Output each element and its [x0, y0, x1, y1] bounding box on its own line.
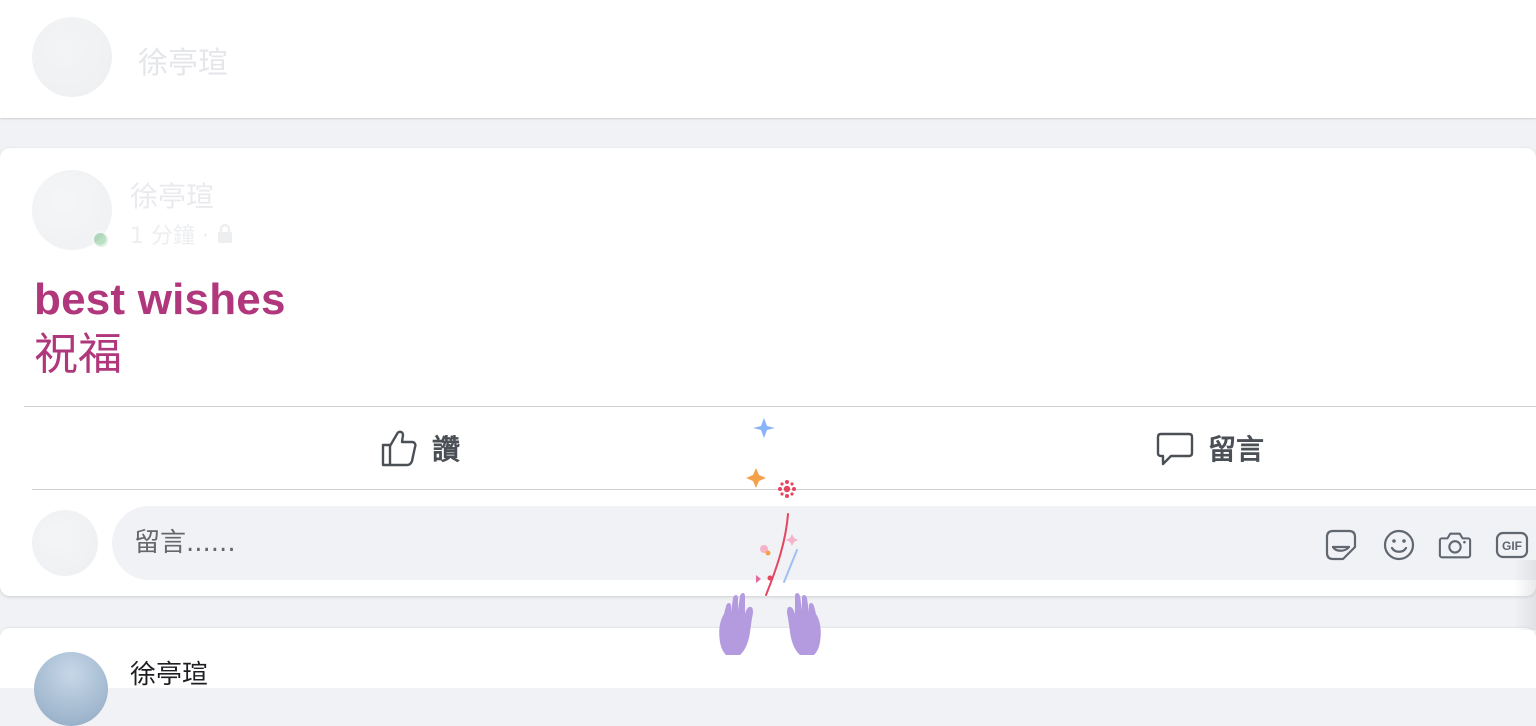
commenter-avatar[interactable] — [32, 510, 98, 576]
gif-icon[interactable]: GIF — [1495, 528, 1529, 562]
online-status-icon — [92, 231, 108, 247]
comment-button[interactable]: 留言 — [1156, 420, 1264, 476]
emoji-icon[interactable] — [1382, 528, 1416, 562]
like-button[interactable]: 讚 — [380, 420, 460, 476]
author-avatar[interactable] — [32, 17, 112, 97]
divider — [24, 406, 1536, 407]
author-name[interactable]: 徐亭瑄 — [130, 654, 208, 691]
camera-icon[interactable] — [1438, 528, 1472, 562]
post-meta: 1 分鐘 · — [130, 218, 235, 250]
speech-bubble-icon — [1156, 429, 1194, 467]
thumbs-up-icon — [380, 428, 418, 468]
like-label: 讚 — [432, 433, 461, 466]
comment-input[interactable] — [134, 506, 1034, 580]
next-post-card: 徐亭瑄 — [0, 628, 1536, 726]
sticker-icon[interactable] — [1324, 528, 1358, 562]
divider — [32, 489, 1536, 490]
lock-icon — [215, 223, 235, 245]
comment-composer: GIF — [112, 506, 1536, 580]
post-title: best wishes — [34, 275, 286, 324]
author-name[interactable]: 徐亭瑄 — [130, 175, 214, 215]
author-avatar[interactable] — [34, 652, 108, 726]
post-subtitle: 祝福 — [34, 329, 122, 380]
post-timestamp[interactable]: 1 分鐘 · — [130, 218, 209, 250]
post-card: 徐亭瑄 1 分鐘 · best wishes 祝福 讚 留言 留言...... … — [0, 148, 1536, 596]
gif-icon-label: GIF — [1502, 539, 1522, 553]
scrollbar-shade — [1514, 560, 1536, 630]
author-name[interactable]: 徐亭瑄 — [138, 38, 228, 82]
comment-label: 留言 — [1208, 433, 1265, 466]
previous-post-card: 徐亭瑄 — [0, 0, 1536, 118]
